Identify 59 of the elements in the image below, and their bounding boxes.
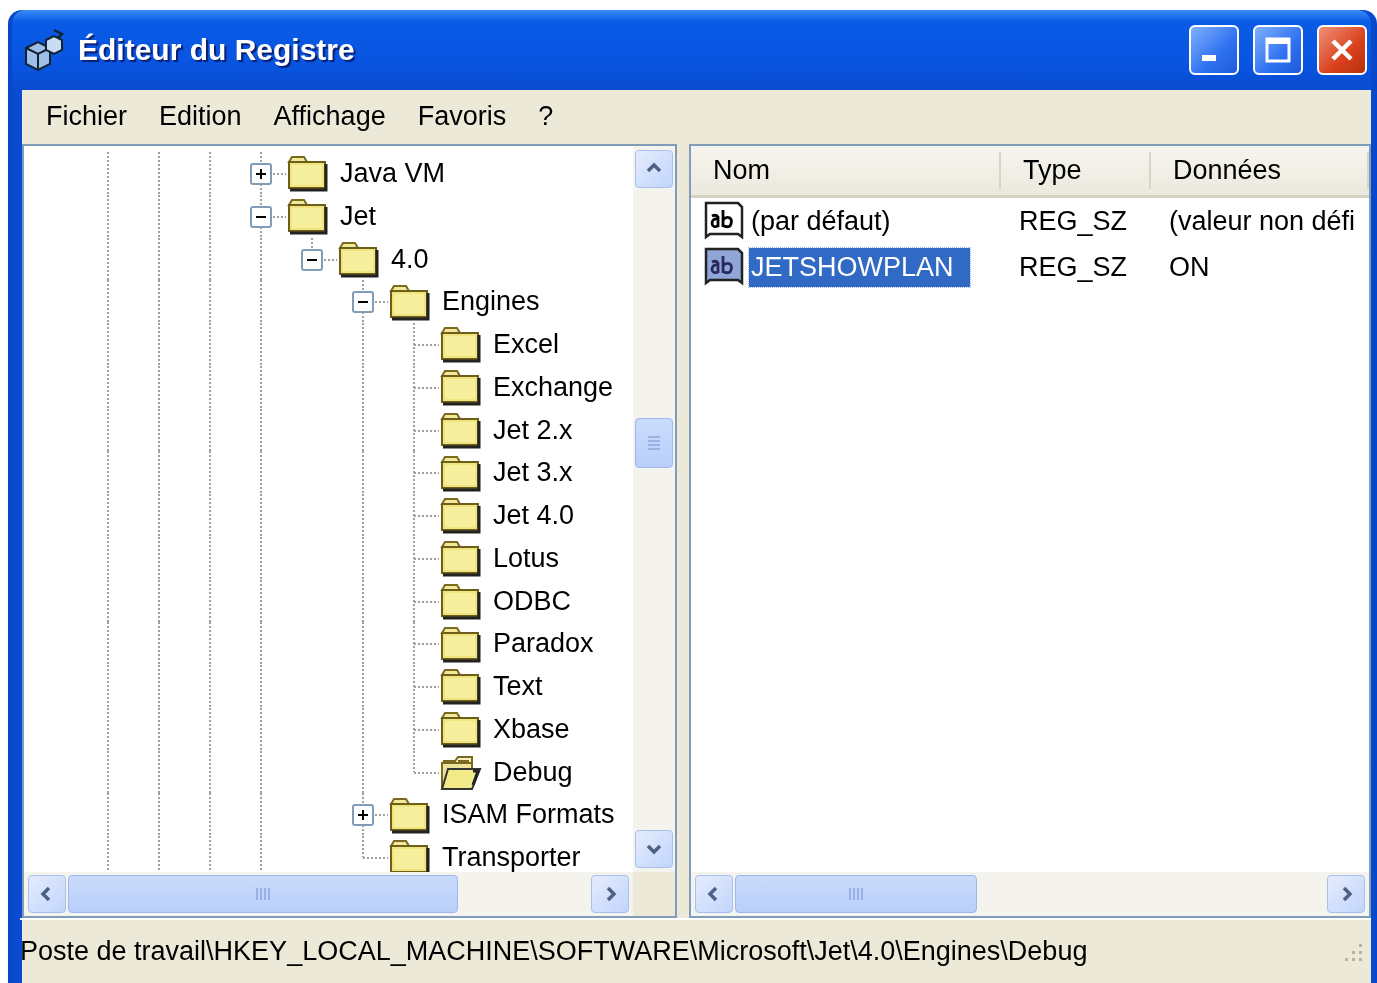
grip-icon [646, 435, 662, 451]
minimize-button[interactable] [1189, 25, 1239, 75]
horizontal-scrollbar[interactable] [691, 872, 1369, 916]
menu-item[interactable]: Fichier [30, 100, 143, 132]
menu-item[interactable]: Favoris [401, 100, 523, 132]
tree-item[interactable]: Lotus [489, 536, 564, 580]
scrollbar-corner [633, 872, 675, 916]
tree-item[interactable]: Jet [336, 194, 381, 238]
scroll-thumb[interactable] [635, 418, 673, 468]
value-type: REG_SZ [1018, 205, 1129, 237]
status-text: Poste de travail\HKEY_LOCAL_MACHINE\SOFTWARE\Microsoft\Jet\4.0\Engines\Debug [20, 935, 1088, 967]
value-name[interactable]: (par défaut) [749, 201, 907, 241]
menu-item[interactable]: Edition [143, 100, 258, 132]
scroll-down-button[interactable] [635, 830, 673, 868]
scroll-thumb[interactable] [735, 875, 977, 913]
scroll-right-button[interactable] [1327, 875, 1365, 913]
tree-item[interactable]: Engines [438, 280, 544, 323]
collapse-icon[interactable] [301, 248, 323, 271]
tree-item[interactable]: Jet 3.x [489, 451, 577, 494]
minimize-icon [1202, 55, 1216, 61]
tree-item[interactable]: Text [489, 665, 547, 708]
tree-item[interactable]: Debug [489, 750, 577, 794]
expand-icon[interactable] [250, 163, 272, 185]
scroll-thumb[interactable] [68, 875, 458, 913]
scroll-left-button[interactable] [695, 875, 733, 913]
tree-item[interactable]: ISAM Formats [438, 793, 619, 836]
vertical-scrollbar[interactable] [633, 146, 675, 872]
scroll-right-button[interactable] [591, 875, 629, 913]
tree-item[interactable]: ODBC [489, 579, 575, 623]
scroll-up-button[interactable] [635, 150, 673, 188]
menu-item[interactable]: ? [522, 100, 570, 132]
close-button[interactable] [1317, 25, 1367, 75]
value-name[interactable]: JETSHOWPLAN [749, 247, 970, 287]
column-header[interactable]: Données [1151, 152, 1369, 189]
tree-item[interactable]: Transporter [438, 836, 585, 872]
column-header[interactable]: Nom [691, 152, 1001, 189]
tree-item[interactable]: Exchange [489, 365, 618, 409]
tree-item[interactable]: Jet 4.0 [489, 494, 579, 537]
column-header[interactable]: Type [1001, 152, 1151, 189]
grip-icon [848, 886, 864, 902]
horizontal-scrollbar[interactable] [24, 872, 633, 916]
value-data: ON [1168, 251, 1211, 283]
scroll-left-button[interactable] [28, 875, 66, 913]
maximize-icon [1263, 35, 1293, 65]
tree-item[interactable]: Paradox [489, 622, 598, 665]
tree-item[interactable]: Xbase [489, 707, 574, 751]
menu-item[interactable]: Affichage [257, 100, 402, 132]
value-type: REG_SZ [1018, 251, 1129, 283]
tree-item[interactable]: Jet 2.x [489, 408, 577, 452]
grip-icon [255, 886, 271, 902]
maximize-button[interactable] [1253, 25, 1303, 75]
expand-icon[interactable] [352, 804, 374, 827]
tree-item[interactable]: Java VM [336, 152, 450, 195]
tree-item[interactable]: 4.0 [387, 237, 433, 281]
window-title: Éditeur du Registre [78, 33, 356, 67]
value-data: (valeur non défi [1168, 205, 1357, 237]
tree-item[interactable]: Excel [489, 323, 564, 366]
collapse-icon[interactable] [250, 205, 272, 228]
collapse-icon[interactable] [352, 291, 374, 314]
